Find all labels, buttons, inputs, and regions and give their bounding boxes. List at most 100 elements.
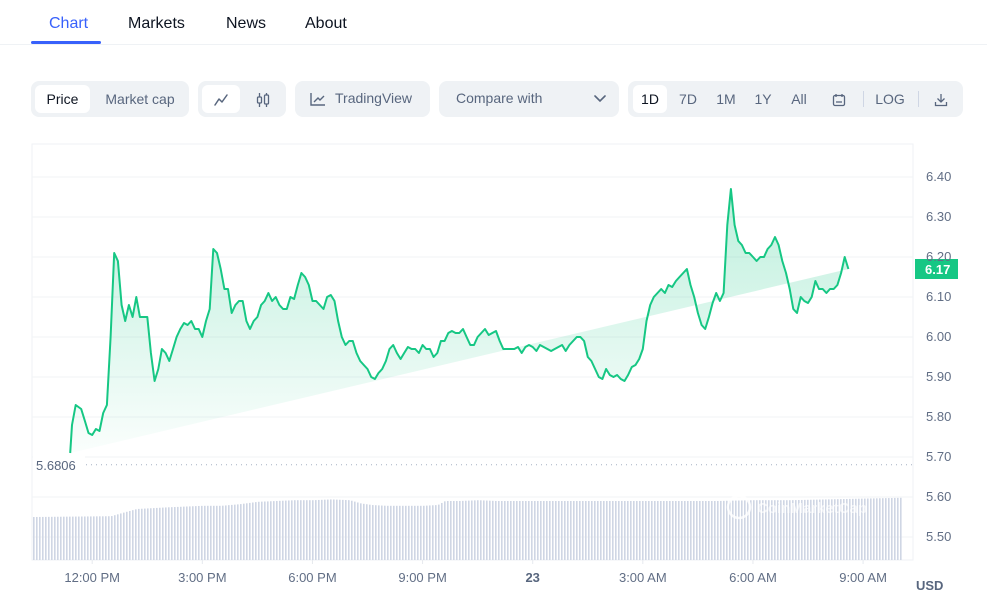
log-scale-button[interactable]: LOG [870,85,910,113]
volume-bar [600,501,602,560]
volume-bar [474,500,476,560]
volume-bar [246,503,248,560]
line-chart-button[interactable] [202,85,240,113]
volume-bar [492,500,494,560]
volume-bar [297,500,299,560]
volume-bar [51,516,53,560]
tab-chart[interactable]: Chart [49,15,88,33]
volume-bar [90,516,92,560]
volume-bar [495,500,497,560]
volume-bar [654,501,656,560]
y-tick-label: 6.00 [926,329,951,344]
volume-bar [402,505,404,560]
volume-bar [63,516,65,560]
range-1d-button[interactable]: 1D [633,85,667,113]
volume-bar [630,501,632,560]
volume-bar [312,500,314,560]
volume-bar [417,505,419,560]
range-1m-button[interactable]: 1M [709,85,743,113]
volume-bar [93,516,95,560]
volume-bar [888,498,890,560]
candlestick-chart-button[interactable] [244,85,282,113]
volume-bar [291,500,293,560]
volume-bar [510,501,512,560]
volume-bar [171,507,173,560]
volume-bar [315,500,317,560]
volume-bar [231,504,233,560]
volume-bar [435,505,437,560]
volume-bar [186,506,188,560]
volume-bar [900,497,902,560]
top-tabs: Chart Markets News About [0,0,987,45]
compare-with-label: Compare with [456,90,543,106]
price-chart-svg[interactable]: 5.6806 6.17 6.40 6.30 6.20 6.10 6.00 5.90 5.80 5… [0,0,987,615]
range-selector: 1D 7D 1M 1Y All LOG [628,81,963,117]
volume-bar [225,505,227,560]
price-toggle-button[interactable]: Price [35,85,90,113]
volume-bar [321,499,323,560]
volume-bar [354,501,356,560]
volume-bar [657,501,659,560]
volume-bar [870,498,872,560]
volume-bar [429,505,431,560]
volume-bar [672,501,674,560]
volume-bar [513,501,515,560]
volume-bar [156,507,158,560]
compare-with-dropdown[interactable]: Compare with [439,81,619,117]
volume-bar [498,501,500,560]
current-price-label: 6.17 [925,262,950,277]
volume-bar [894,497,896,560]
price-chart[interactable]: 5.6806 6.17 6.40 6.30 6.20 6.10 6.00 5.90 5.80 5… [0,0,987,615]
volume-bar [159,507,161,560]
volume-bar [441,502,443,560]
volume-bar [207,505,209,560]
volume-bar [717,500,719,560]
volume-bar [189,506,191,560]
watermark: CoinMarketCap [726,494,867,520]
tab-markets[interactable]: Markets [128,15,185,33]
market-cap-toggle-button[interactable]: Market cap [94,85,186,113]
tradingview-label: TradingView [335,90,413,106]
volume-bar [351,500,353,560]
volume-bar [480,500,482,560]
volume-bar [885,498,887,560]
volume-bar [552,501,554,560]
volume-bar [591,501,593,560]
download-icon [934,94,948,107]
volume-bar [549,501,551,560]
volume-bar [285,500,287,560]
volume-bar [153,508,155,560]
volume-bar [576,501,578,560]
volume-bar [333,499,335,560]
volume-bar [87,516,89,560]
volume-bar [531,501,533,560]
range-7d-button[interactable]: 7D [671,85,705,113]
volume-bar [702,501,704,560]
volume-bar [687,501,689,560]
download-button[interactable] [926,85,956,113]
range-1y-button[interactable]: 1Y [746,85,780,113]
volume-bar [540,501,542,560]
volume-bar [126,511,128,560]
volume-bar [138,508,140,560]
volume-bar [339,499,341,560]
volume-bar [714,501,716,560]
volume-bar [222,505,224,560]
date-range-button[interactable] [823,85,855,113]
volume-bar [279,500,281,560]
volume-bar [459,501,461,560]
y-tick-label: 5.70 [926,449,951,464]
volume-bar [882,498,884,560]
tradingview-button[interactable]: TradingView [295,81,430,117]
range-all-button[interactable]: All [782,85,816,113]
volume-bar [558,501,560,560]
tab-about[interactable]: About [305,15,347,33]
volume-bar [501,501,503,560]
volume-bar [369,504,371,560]
tab-news[interactable]: News [226,15,266,33]
volume-bar [168,507,170,560]
volume-bar [267,501,269,560]
volume-bar [84,516,86,560]
volume-bar [483,500,485,560]
y-tick-label: 6.30 [926,209,951,224]
